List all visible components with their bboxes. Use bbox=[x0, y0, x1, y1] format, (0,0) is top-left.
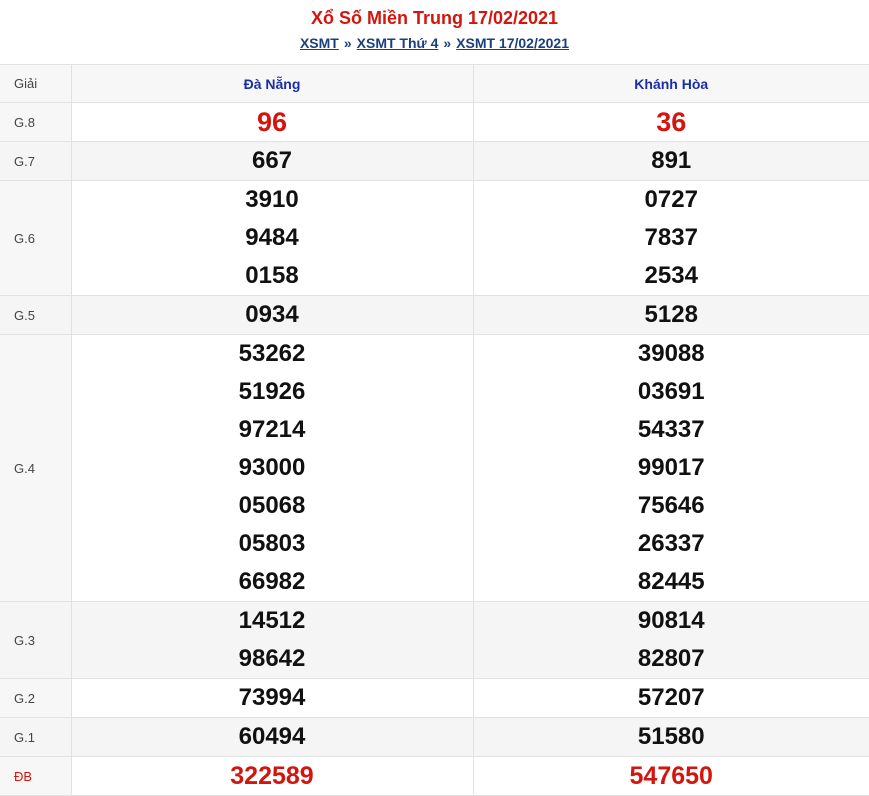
khanh-hoa-cell: 36 bbox=[472, 102, 869, 142]
da-nang-cell: 0934 bbox=[70, 295, 474, 335]
result-number: 75646 bbox=[637, 492, 705, 519]
da-nang-cell: 667 bbox=[70, 141, 474, 181]
table-row: ĐB 322589 547650 bbox=[0, 756, 869, 796]
da-nang-cell: 96 bbox=[70, 102, 474, 142]
breadcrumb-xsmt-date[interactable]: XSMT 17/02/2021 bbox=[456, 35, 569, 51]
table-row: G.5 0934 5128 bbox=[0, 295, 869, 335]
result-number: 53262 bbox=[238, 340, 306, 367]
result-number: 54337 bbox=[637, 416, 705, 443]
result-number: 3910 bbox=[245, 186, 299, 213]
result-number: 36 bbox=[656, 107, 687, 137]
result-number: 66982 bbox=[238, 568, 306, 595]
prize-label: G.3 bbox=[0, 601, 72, 679]
khanh-hoa-cell: 39088 03691 54337 99017 75646 26337 82445 bbox=[472, 334, 869, 602]
result-number: 891 bbox=[651, 147, 692, 174]
result-number: 03691 bbox=[637, 378, 705, 405]
da-nang-cell: 60494 bbox=[70, 717, 474, 757]
result-number: 57207 bbox=[637, 684, 705, 711]
da-nang-cell: 53262 51926 97214 93000 05068 05803 66982 bbox=[70, 334, 474, 602]
result-number: 0934 bbox=[245, 301, 299, 328]
result-number: 90814 bbox=[637, 607, 705, 634]
result-number: 39088 bbox=[637, 340, 705, 367]
breadcrumb-xsmt[interactable]: XSMT bbox=[300, 35, 339, 51]
breadcrumb: XSMT» XSMT Thứ 4» XSMT 17/02/2021 bbox=[0, 34, 869, 52]
prize-label: G.8 bbox=[0, 102, 72, 142]
result-number: 82807 bbox=[637, 645, 705, 672]
prize-label: G.5 bbox=[0, 295, 72, 335]
result-number: 0727 bbox=[644, 186, 698, 213]
result-number: 5128 bbox=[644, 301, 698, 328]
table-row: G.1 60494 51580 bbox=[0, 717, 869, 757]
table-row: G.4 53262 51926 97214 93000 05068 05803 66982 39… bbox=[0, 334, 869, 602]
result-number: 98642 bbox=[238, 645, 306, 672]
da-nang-cell: 14512 98642 bbox=[70, 601, 474, 679]
page-header: Xổ Số Miền Trung 17/02/2021 XSMT» XSMT Th… bbox=[0, 0, 869, 64]
result-number: 14512 bbox=[238, 607, 306, 634]
prize-label: ĐB bbox=[0, 756, 72, 796]
khanh-hoa-cell: 891 bbox=[472, 141, 869, 181]
result-number: 82445 bbox=[637, 568, 705, 595]
result-number: 26337 bbox=[637, 530, 705, 557]
khanh-hoa-cell: 547650 bbox=[472, 756, 869, 796]
page-title: Xổ Số Miền Trung 17/02/2021 bbox=[310, 8, 559, 28]
results-body: G.8 96 36 G.7 667 891 G.6 3910 9484 0158 0727 7837 2… bbox=[0, 102, 869, 796]
da-nang-cell: 3910 9484 0158 bbox=[70, 180, 474, 296]
table-header-row: Giải Đà Nẵng Khánh Hòa bbox=[0, 64, 869, 103]
prize-label: G.2 bbox=[0, 678, 72, 718]
result-number: 7837 bbox=[644, 224, 698, 251]
result-number: 547650 bbox=[629, 762, 713, 790]
result-number: 51926 bbox=[238, 378, 306, 405]
breadcrumb-separator: » bbox=[443, 35, 452, 51]
prize-label: G.7 bbox=[0, 141, 72, 181]
results-table: Giải Đà Nẵng Khánh Hòa G.8 96 36 G.7 667 891 G… bbox=[0, 64, 869, 796]
table-row: G.8 96 36 bbox=[0, 102, 869, 142]
result-number: 322589 bbox=[230, 762, 314, 790]
result-number: 2534 bbox=[644, 262, 698, 289]
khanh-hoa-cell: 51580 bbox=[472, 717, 869, 757]
da-nang-cell: 322589 bbox=[70, 756, 474, 796]
prize-label: G.6 bbox=[0, 180, 72, 296]
result-number: 99017 bbox=[637, 454, 705, 481]
result-number: 96 bbox=[256, 107, 288, 137]
result-number: 51580 bbox=[637, 723, 705, 750]
table-row: G.6 3910 9484 0158 0727 7837 2534 bbox=[0, 180, 869, 296]
result-number: 60494 bbox=[238, 723, 306, 750]
result-number: 05068 bbox=[238, 492, 306, 519]
table-row: G.2 73994 57207 bbox=[0, 678, 869, 718]
breadcrumb-separator: » bbox=[343, 35, 352, 51]
result-number: 05803 bbox=[238, 530, 306, 557]
khanh-hoa-cell: 90814 82807 bbox=[472, 601, 869, 679]
khanh-hoa-cell: 5128 bbox=[472, 295, 869, 335]
da-nang-cell: 73994 bbox=[70, 678, 474, 718]
breadcrumb-xsmt-thu-4[interactable]: XSMT Thứ 4 bbox=[357, 35, 439, 51]
khanh-hoa-cell: 0727 7837 2534 bbox=[472, 180, 869, 296]
result-number: 667 bbox=[251, 147, 293, 174]
table-row: G.7 667 891 bbox=[0, 141, 869, 181]
prize-label: G.1 bbox=[0, 717, 72, 757]
table-row: G.3 14512 98642 90814 82807 bbox=[0, 601, 869, 679]
result-number: 73994 bbox=[238, 684, 306, 711]
column-header-giai: Giải bbox=[0, 64, 72, 103]
prize-label: G.4 bbox=[0, 334, 72, 602]
result-number: 93000 bbox=[238, 454, 306, 481]
result-number: 97214 bbox=[238, 416, 306, 443]
result-number: 9484 bbox=[245, 224, 299, 251]
column-header-khanh-hoa: Khánh Hòa bbox=[472, 64, 869, 103]
column-header-da-nang: Đà Nẵng bbox=[70, 64, 474, 103]
result-number: 0158 bbox=[245, 262, 299, 289]
khanh-hoa-cell: 57207 bbox=[472, 678, 869, 718]
